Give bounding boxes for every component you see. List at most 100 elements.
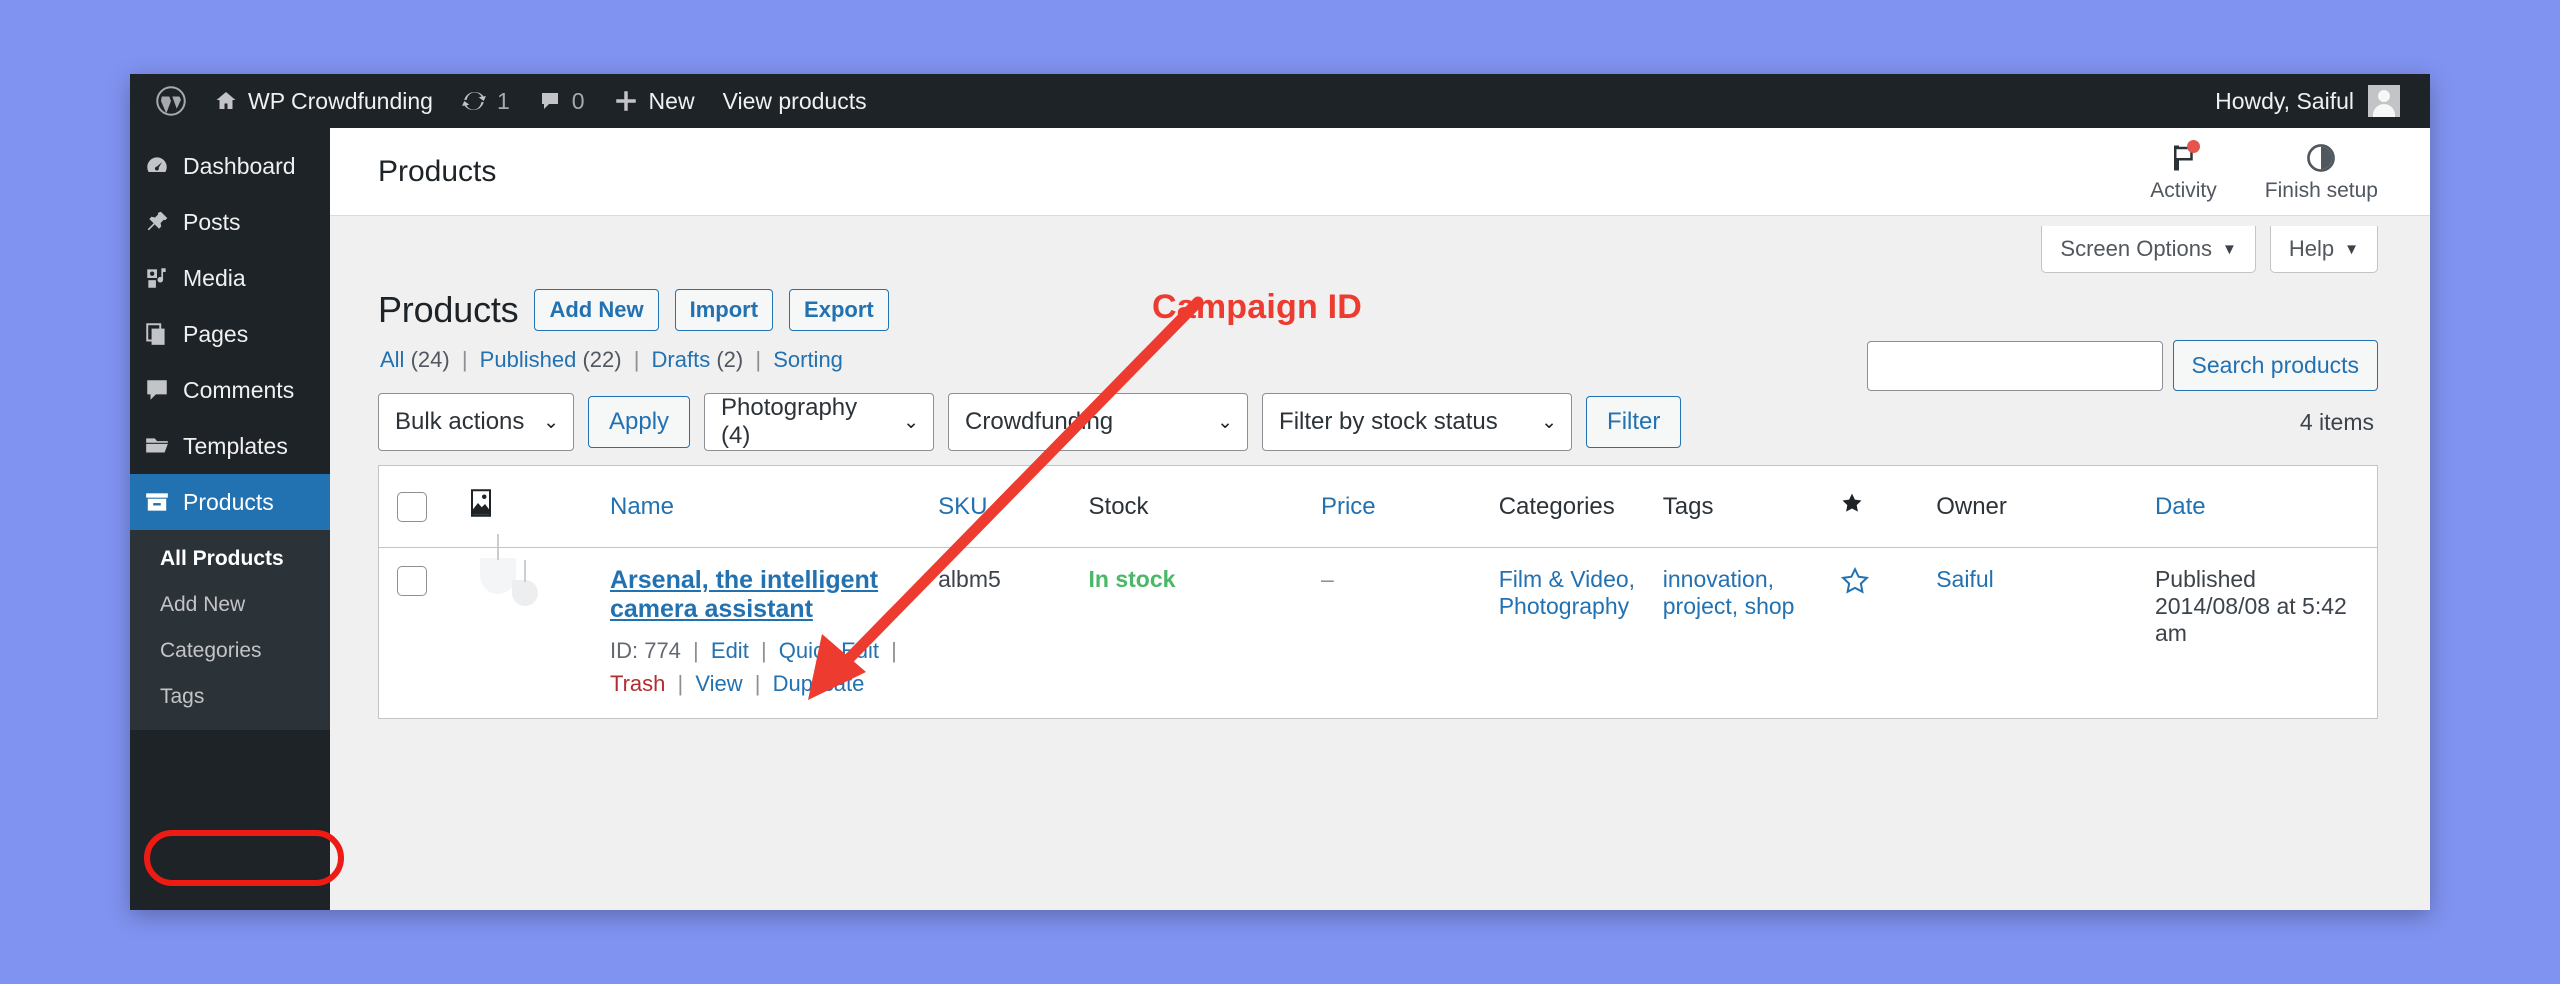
sort-by-price[interactable]: Price — [1321, 493, 1376, 520]
dashboard-icon — [144, 153, 170, 179]
owner-column-header: Owner — [1926, 465, 2145, 548]
submenu-item-all-products[interactable]: All Products — [130, 536, 330, 582]
activity-badge-dot — [2186, 139, 2200, 153]
submenu-item-categories[interactable]: Categories — [130, 628, 330, 674]
quick-edit-link[interactable]: Quick Edit — [779, 638, 879, 663]
pages-icon — [144, 321, 170, 347]
help-button[interactable]: Help ▼ — [2269, 226, 2378, 273]
separator: | — [677, 671, 684, 696]
sort-by-sku[interactable]: SKU — [938, 493, 987, 520]
view-link[interactable]: View — [695, 671, 742, 696]
admin-content-area: Products Activity Finish setup Screen Op… — [330, 128, 2430, 910]
separator: , — [1767, 566, 1774, 592]
row-checkbox[interactable] — [397, 566, 427, 596]
status-link-published[interactable]: Published — [480, 347, 577, 372]
chevron-down-icon: ▼ — [2344, 240, 2359, 258]
category-link[interactable]: Photography — [1499, 593, 1629, 619]
filter-button[interactable]: Filter — [1586, 396, 1682, 448]
star-filled-icon — [1842, 493, 1862, 512]
stock-status-filter-select[interactable]: Filter by stock status ⌄ — [1262, 393, 1573, 451]
tag-link[interactable]: innovation — [1663, 566, 1768, 592]
chevron-down-icon: ▼ — [2222, 240, 2237, 258]
sidebar-item-comments[interactable]: Comments — [130, 362, 330, 418]
sidebar-item-pages[interactable]: Pages — [130, 306, 330, 362]
image-icon — [470, 489, 491, 517]
status-link-sorting[interactable]: Sorting — [773, 347, 843, 372]
image-column-header — [457, 465, 600, 548]
sku-column-header[interactable]: SKU — [928, 465, 1079, 548]
status-link-all[interactable]: All — [380, 347, 404, 372]
sidebar-item-label: Posts — [183, 208, 241, 235]
adminbar-updates[interactable]: 1 — [447, 74, 524, 128]
adminbar-my-account[interactable]: Howdy, Saiful — [2215, 85, 2408, 117]
sidebar-item-dashboard[interactable]: Dashboard — [130, 138, 330, 194]
wordpress-logo-icon — [156, 86, 186, 116]
product-type-filter-select[interactable]: Crowdfunding ⌄ — [948, 393, 1249, 451]
product-name-link[interactable]: Arsenal, the intelligent camera assistan… — [610, 566, 878, 623]
sidebar-item-media[interactable]: Media — [130, 250, 330, 306]
table-header-row: Name SKU Stock Price Categories Tags Own… — [378, 465, 2378, 548]
duplicate-link[interactable]: Duplicate — [773, 671, 865, 696]
star-outline-icon[interactable] — [1840, 566, 1870, 596]
sort-by-name[interactable]: Name — [610, 493, 674, 520]
adminbar-updates-count: 1 — [496, 87, 510, 114]
sidebar-item-products[interactable]: Products — [130, 474, 330, 530]
row-price-cell: – — [1311, 548, 1489, 719]
category-link[interactable]: Film & Video — [1499, 566, 1629, 592]
stock-column-header: Stock — [1078, 465, 1311, 548]
plus-icon — [615, 91, 636, 111]
finish-setup-label: Finish setup — [2264, 178, 2378, 202]
sidebar-item-templates[interactable]: Templates — [130, 418, 330, 474]
category-filter-select[interactable]: Photography (4) ⌄ — [704, 393, 935, 451]
comment-bubble-icon — [541, 93, 558, 109]
name-column-header[interactable]: Name — [599, 465, 929, 548]
adminbar-new-label: New — [648, 87, 695, 114]
screen-meta-links: Screen Options ▼ Help ▼ — [330, 216, 2430, 273]
avatar — [2368, 85, 2400, 117]
adminbar-new-content[interactable]: New — [599, 74, 709, 128]
sidebar-item-posts[interactable]: Posts — [130, 194, 330, 250]
adminbar-comments[interactable]: 0 — [524, 74, 599, 128]
export-button[interactable]: Export — [789, 289, 889, 331]
bulk-actions-select[interactable]: Bulk actions ⌄ — [378, 393, 574, 451]
screen-options-label: Screen Options — [2060, 236, 2213, 261]
row-name-cell: Arsenal, the intelligent camera assistan… — [600, 548, 928, 719]
wp-admin-bar: WP Crowdfunding 1 0 New View products Ho… — [130, 74, 2430, 128]
trash-link[interactable]: Trash — [610, 671, 665, 696]
add-new-button[interactable]: Add New — [534, 289, 659, 331]
tag-link[interactable]: project — [1663, 593, 1732, 619]
adminbar-wp-logo[interactable] — [152, 74, 200, 128]
status-link-drafts[interactable]: Drafts — [652, 347, 711, 372]
screen-options-button[interactable]: Screen Options ▼ — [2041, 226, 2256, 273]
submenu-item-add-new[interactable]: Add New — [130, 582, 330, 628]
help-label: Help — [2288, 236, 2335, 261]
row-tags-cell: innovation, project, shop — [1653, 548, 1831, 719]
submenu-item-tags[interactable]: Tags — [130, 674, 330, 720]
apply-button[interactable]: Apply — [588, 396, 691, 448]
edit-link[interactable]: Edit — [711, 638, 749, 663]
product-id-label: ID: 774 — [609, 638, 681, 663]
pie-progress-icon — [2304, 141, 2338, 175]
adminbar-view-products[interactable]: View products — [709, 74, 881, 128]
finish-setup-button[interactable]: Finish setup — [2265, 141, 2378, 203]
media-icon — [144, 265, 170, 291]
import-button[interactable]: Import — [674, 289, 774, 331]
adminbar-comments-count: 0 — [571, 87, 585, 114]
category-filter-value: Photography (4) — [721, 394, 858, 449]
annotation-label: Campaign ID — [1152, 288, 1363, 326]
sort-by-date[interactable]: Date — [2155, 493, 2206, 520]
row-stock-cell: In stock — [1079, 548, 1311, 719]
sidebar-item-label: Pages — [183, 320, 249, 347]
search-box: Search products — [1866, 340, 2378, 391]
select-all-checkbox[interactable] — [397, 491, 427, 522]
owner-link[interactable]: Saiful — [1936, 566, 1994, 592]
price-column-header[interactable]: Price — [1310, 465, 1489, 548]
row-select-cell — [379, 548, 458, 719]
search-input[interactable] — [1866, 340, 2163, 391]
tag-link[interactable]: shop — [1745, 593, 1795, 619]
activity-panel-button[interactable]: Activity — [2150, 139, 2217, 203]
separator: | — [754, 671, 761, 696]
adminbar-site-name[interactable]: WP Crowdfunding — [200, 74, 447, 128]
date-column-header[interactable]: Date — [2144, 465, 2378, 548]
search-products-button[interactable]: Search products — [2172, 340, 2378, 391]
